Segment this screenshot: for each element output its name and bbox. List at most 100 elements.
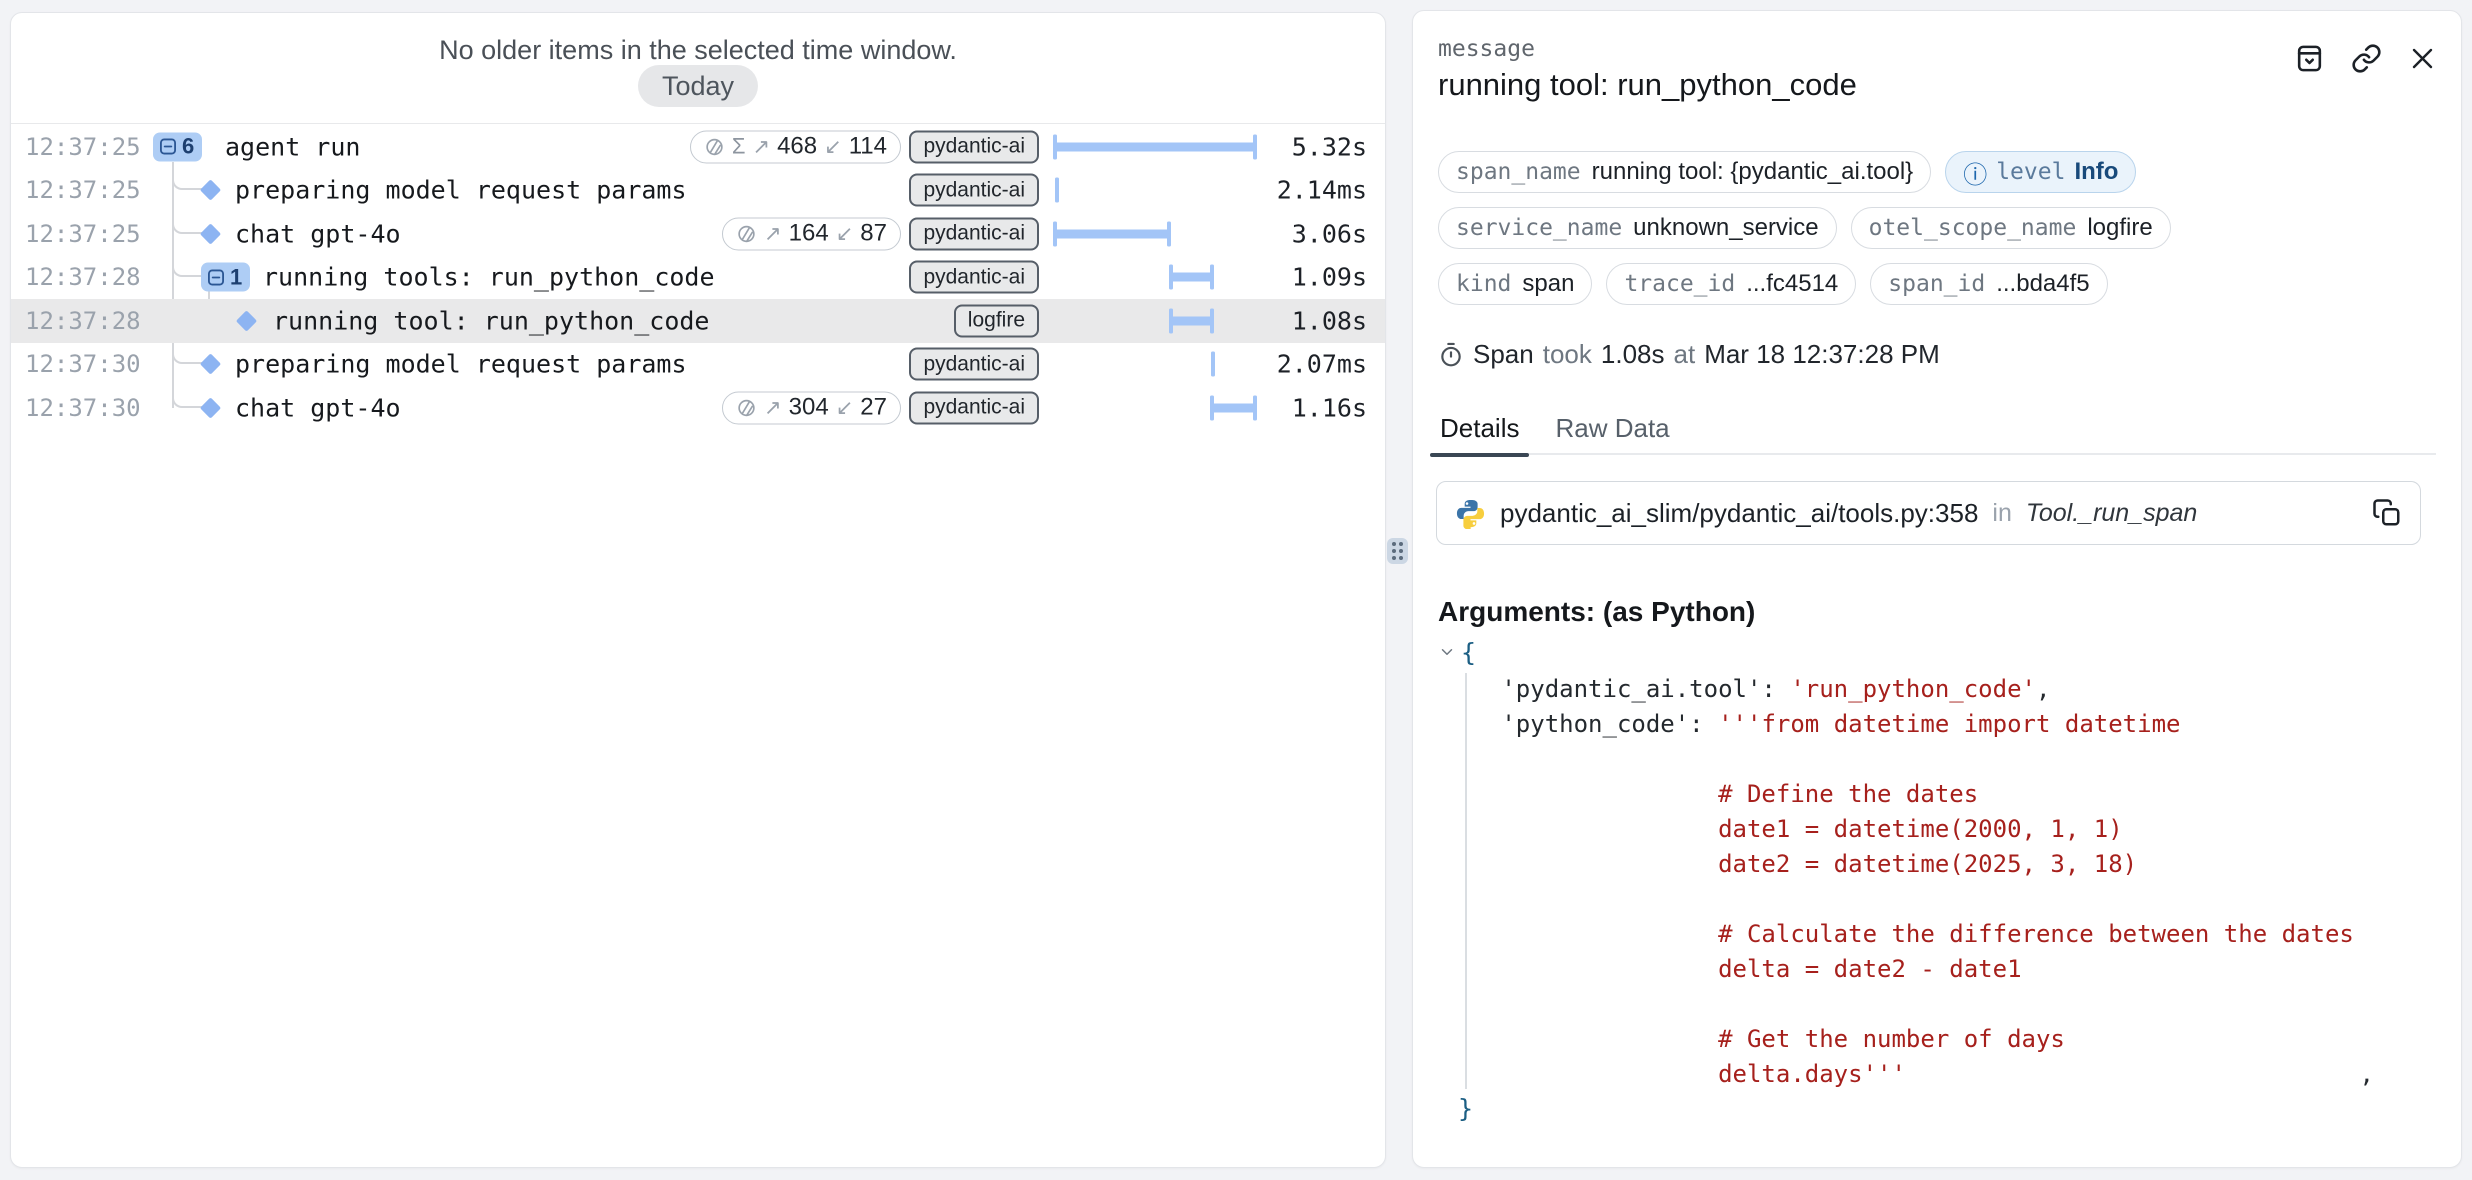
code-line (1458, 986, 2374, 1021)
row-timestamp: 12:37:25 (25, 176, 141, 204)
trace-row[interactable]: 12:37:25 6 agent run Σ ↗468 ↙114 pydanti… (11, 125, 1385, 169)
close-icon[interactable] (2408, 44, 2437, 78)
trace-row[interactable]: 12:37:25 chat gpt-4o ↗164 ↙87 pydantic-a… (11, 212, 1385, 256)
trace-row[interactable]: 12:37:28 running tool: run_python_code l… (11, 299, 1385, 343)
tab-details[interactable]: Details (1438, 413, 1521, 455)
row-span-name: agent run (225, 132, 360, 161)
collapse-toggle[interactable]: 1 (201, 263, 250, 292)
info-icon: ⓘ (1963, 155, 1987, 190)
token-usage-badge[interactable]: ↗304 ↙27 (722, 391, 901, 424)
code-line: 'pydantic_ai.tool': 'run_python_code', (1458, 671, 2374, 706)
python-icon (1455, 498, 1486, 529)
output-tokens-icon: ↙ (836, 395, 854, 420)
stopwatch-icon (1438, 342, 1464, 368)
attribute-pill[interactable]: kindspan (1438, 263, 1592, 305)
row-timestamp: 12:37:28 (25, 263, 141, 291)
attribute-pill[interactable]: span_namerunning tool: {pydantic_ai.tool… (1438, 151, 1931, 193)
input-tokens-icon: ↗ (752, 134, 770, 159)
scope-badge[interactable]: pydantic-ai (909, 348, 1039, 381)
collapse-chevron-icon[interactable] (1438, 643, 1456, 661)
trace-header: No older items in the selected time wind… (11, 13, 1385, 124)
open-brace: { (1461, 638, 1476, 667)
took-word1: Span (1473, 339, 1534, 370)
code-line: delta = date2 - date1 (1458, 951, 2374, 986)
tokens-icon (736, 223, 757, 244)
tab-raw-data[interactable]: Raw Data (1553, 413, 1671, 455)
arguments-code-block: { 'pydantic_ai.tool': 'run_python_code',… (1438, 633, 2436, 1126)
output-tokens-icon: ↙ (836, 221, 854, 246)
record-kind-label: message (1438, 36, 1535, 62)
trace-panel: No older items in the selected time wind… (10, 12, 1386, 1168)
code-line (1458, 741, 2374, 776)
scope-badge[interactable]: pydantic-ai (909, 391, 1039, 424)
took-duration: 1.08s (1601, 339, 1665, 370)
timeline-bar (1055, 386, 1255, 430)
code-line (1458, 881, 2374, 916)
sum-icon: Σ (732, 134, 746, 160)
trace-row[interactable]: 12:37:25 preparing model request params … (11, 169, 1385, 213)
trace-tree: 12:37:25 6 agent run Σ ↗468 ↙114 pydanti… (11, 125, 1385, 430)
code-line: delta.days''', (1458, 1056, 2374, 1091)
row-timestamp: 12:37:30 (25, 394, 141, 422)
tokens-icon (704, 136, 725, 157)
row-timestamp: 12:37:28 (25, 307, 141, 335)
detail-tabs: Details Raw Data (1438, 413, 2436, 455)
row-span-name: preparing model request params (235, 350, 687, 379)
attribute-pill[interactable]: service_nameunknown_service (1438, 207, 1837, 249)
empty-notice: No older items in the selected time wind… (11, 35, 1385, 66)
token-usage-badge[interactable]: ↗164 ↙87 (722, 217, 901, 250)
row-duration: 5.32s (1292, 132, 1367, 161)
span-diamond-icon (236, 310, 257, 331)
close-brace: } (1458, 1094, 1473, 1123)
trace-row[interactable]: 12:37:28 1 running tools: run_python_cod… (11, 256, 1385, 300)
timeline-bar (1055, 212, 1255, 256)
row-timestamp: 12:37:25 (25, 133, 141, 161)
panel-resize-handle[interactable] (1387, 538, 1408, 564)
row-span-name: running tool: run_python_code (273, 306, 710, 335)
row-timestamp: 12:37:30 (25, 350, 141, 378)
today-button[interactable]: Today (638, 65, 758, 107)
level-pill[interactable]: ⓘ levelInfo (1945, 151, 2136, 193)
row-duration: 1.09s (1292, 263, 1367, 292)
row-span-name: running tools: run_python_code (263, 263, 715, 292)
trace-row[interactable]: 12:37:30 chat gpt-4o ↗304 ↙27 pydantic-a… (11, 386, 1385, 430)
timeline-bar (1055, 169, 1255, 213)
tokens-icon (736, 397, 757, 418)
output-tokens-icon: ↙ (824, 134, 842, 159)
scope-badge[interactable]: pydantic-ai (909, 130, 1039, 163)
row-span-name: preparing model request params (235, 176, 687, 205)
source-function: Tool._run_span (2026, 499, 2197, 528)
collapse-toggle[interactable]: 6 (153, 132, 202, 161)
token-usage-badge[interactable]: Σ ↗468 ↙114 (690, 130, 901, 163)
timeline-bar (1055, 299, 1255, 343)
source-path: pydantic_ai_slim/pydantic_ai/tools.py:35… (1500, 498, 1978, 529)
span-duration-line: Span took 1.08s at Mar 18 12:37:28 PM (1438, 339, 1940, 370)
row-duration: 3.06s (1292, 219, 1367, 248)
row-span-name: chat gpt-4o (235, 393, 401, 422)
scope-badge[interactable]: logfire (954, 304, 1039, 337)
span-diamond-icon (200, 354, 221, 375)
code-line: # Calculate the difference between the d… (1458, 916, 2374, 951)
copy-link-icon[interactable] (2351, 43, 2382, 79)
span-diamond-icon (200, 180, 221, 201)
scope-badge[interactable]: pydantic-ai (909, 261, 1039, 294)
copy-icon[interactable] (2372, 498, 2402, 528)
took-word3: at (1674, 339, 1696, 370)
attribute-pill[interactable]: span_id...bda4f5 (1870, 263, 2107, 305)
scope-badge[interactable]: pydantic-ai (909, 174, 1039, 207)
row-span-name: chat gpt-4o (235, 219, 401, 248)
span-detail-panel: message running tool: run_python_code sp… (1412, 10, 2462, 1168)
trace-row[interactable]: 12:37:30 preparing model request params … (11, 343, 1385, 387)
view-in-explore-icon[interactable] (2294, 43, 2325, 79)
attribute-pill[interactable]: otel_scope_namelogfire (1851, 207, 2171, 249)
code-line: date1 = datetime(2000, 1, 1) (1458, 811, 2374, 846)
span-title: running tool: run_python_code (1438, 67, 1857, 103)
scope-badge[interactable]: pydantic-ai (909, 217, 1039, 250)
row-timestamp: 12:37:25 (25, 220, 141, 248)
took-word2: took (1543, 339, 1592, 370)
source-location[interactable]: pydantic_ai_slim/pydantic_ai/tools.py:35… (1436, 481, 2421, 545)
code-line: date2 = datetime(2025, 3, 18) (1458, 846, 2374, 881)
input-tokens-icon: ↗ (764, 395, 782, 420)
input-tokens-icon: ↗ (764, 221, 782, 246)
attribute-pill[interactable]: trace_id...fc4514 (1606, 263, 1856, 305)
